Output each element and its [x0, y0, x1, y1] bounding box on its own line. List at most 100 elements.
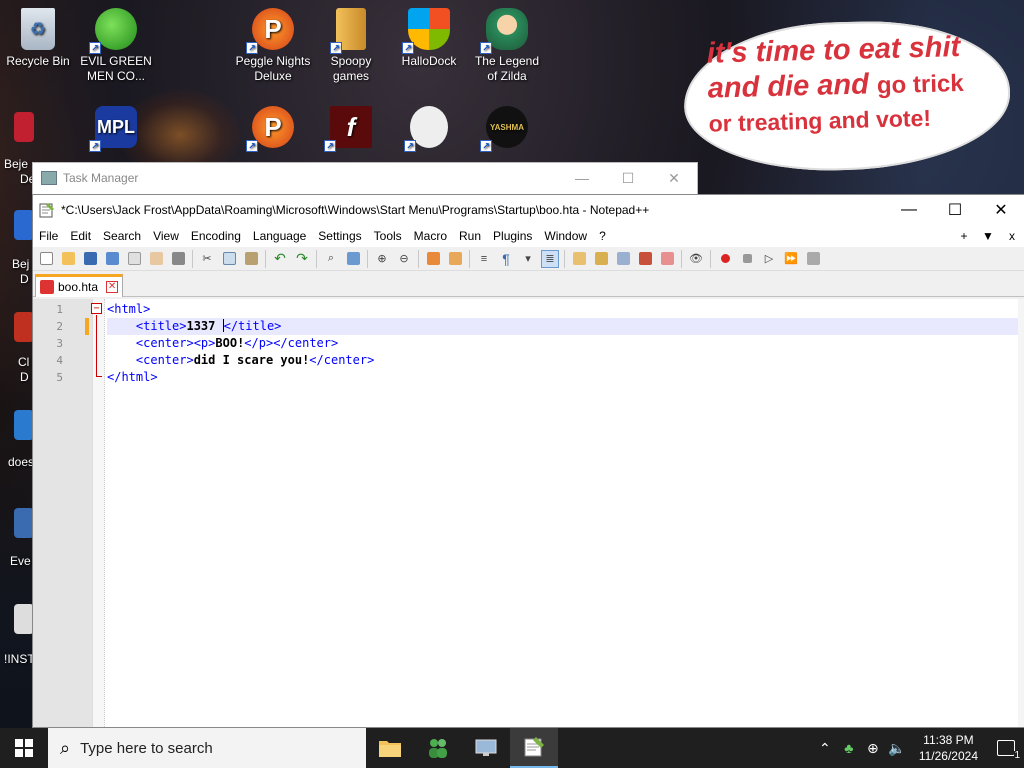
dropdown-arrow-icon[interactable]: ▾ — [519, 250, 537, 268]
app-icon[interactable] — [14, 312, 34, 342]
cut-icon[interactable]: ✂ — [198, 250, 216, 268]
html-tag: </title> — [223, 319, 282, 333]
minimize-button[interactable]: — — [886, 195, 932, 225]
bejeweled-icon[interactable] — [14, 210, 34, 240]
bejeweled-icon[interactable] — [14, 112, 34, 142]
menu-view[interactable]: View — [147, 229, 185, 243]
run-macro-multiple-icon[interactable]: ⏩ — [782, 250, 800, 268]
taskbar-green-men-app[interactable] — [414, 728, 462, 768]
menu-window[interactable]: Window — [538, 229, 593, 243]
html-tag: <title> — [135, 319, 187, 333]
close-doc-button[interactable]: x — [1000, 229, 1024, 243]
show-hidden-icons-chevron-icon[interactable]: ⌃ — [813, 740, 837, 757]
play-macro-icon[interactable]: ▷ — [760, 250, 778, 268]
find-icon[interactable]: ⌕ — [322, 250, 340, 268]
desktop-icon-peggle[interactable]: P ↗ — [235, 100, 311, 152]
desktop-icon-hallodock[interactable]: ↗ HalloDock — [391, 2, 467, 69]
close-all-icon[interactable] — [147, 250, 165, 268]
code-editor[interactable]: 1 2 3 4 5 − <html> <title>1337 </title> … — [33, 299, 1024, 727]
vertical-scrollbar[interactable] — [1018, 299, 1024, 727]
desktop-icon-mpl[interactable]: MPL ↗ — [78, 100, 154, 152]
notepad-app-icon — [39, 203, 54, 218]
maximize-button[interactable]: ☐ — [932, 195, 978, 225]
shortcut-arrow-icon: ↗ — [480, 42, 492, 54]
function-list-icon[interactable] — [636, 250, 654, 268]
desktop-icon-spoopy-games[interactable]: ↗ Spoopy games — [313, 2, 389, 84]
menu-macro[interactable]: Macro — [408, 229, 453, 243]
folder-workspace-icon[interactable] — [658, 250, 676, 268]
notepad-app-icon — [524, 737, 544, 757]
indent-guide-icon[interactable]: ≣ — [541, 249, 559, 268]
word-wrap-icon[interactable]: ≡ — [475, 250, 493, 268]
green-men-icon — [429, 739, 447, 758]
monitoring-eye-icon[interactable]: 👁 — [687, 250, 705, 268]
taskbar-notepad-plus-plus[interactable] — [510, 728, 558, 768]
tab-boo-hta[interactable]: boo.hta ✕ — [35, 274, 123, 297]
menu-encoding[interactable]: Encoding — [185, 229, 247, 243]
stop-macro-icon[interactable] — [738, 250, 756, 268]
notification-center-icon[interactable]: 1 — [988, 728, 1024, 768]
menu-settings[interactable]: Settings — [312, 229, 367, 243]
menu-tools[interactable]: Tools — [368, 229, 408, 243]
tab-close-icon[interactable]: ✕ — [106, 281, 119, 293]
zoom-in-icon[interactable]: ⊕ — [373, 250, 391, 268]
app-icon[interactable] — [14, 410, 34, 440]
menu-edit[interactable]: Edit — [64, 229, 97, 243]
menu-plugins[interactable]: Plugins — [487, 229, 538, 243]
menu-search[interactable]: Search — [97, 229, 147, 243]
menu-file[interactable]: File — [33, 229, 64, 243]
minimize-button[interactable]: — — [559, 163, 605, 193]
close-file-icon[interactable] — [125, 250, 143, 268]
menu-run[interactable]: Run — [453, 229, 487, 243]
system-tray: ⌃ ♣ ⊕ 🔈 11:38 PM 11/26/2024 1 — [813, 728, 1024, 768]
desktop-icon-legend-of-zilda[interactable]: ↗ The Legend of Zilda — [469, 2, 545, 84]
print-icon[interactable] — [169, 250, 187, 268]
zilda-character-icon: ↗ — [480, 8, 528, 54]
notepad-titlebar[interactable]: *C:\Users\Jack Frost\AppData\Roaming\Mic… — [33, 195, 1024, 225]
system-clock[interactable]: 11:38 PM 11/26/2024 — [909, 732, 988, 764]
taskbar-file-explorer[interactable] — [366, 728, 414, 768]
tab-list-button[interactable]: ▼ — [976, 229, 1000, 243]
volume-icon[interactable]: 🔈 — [885, 740, 909, 757]
desktop-icon-yashma[interactable]: YASHMA ↗ — [469, 100, 545, 152]
taskbar-search-box[interactable]: ⌕ Type here to search — [48, 728, 366, 768]
desktop-icon-rdp[interactable]: ↗ — [391, 100, 467, 152]
redo-icon[interactable]: ↷ — [293, 250, 311, 268]
udl-icon[interactable] — [570, 250, 588, 268]
new-tab-button[interactable]: + — [952, 229, 976, 243]
undo-icon[interactable]: ↶ — [271, 250, 289, 268]
taskbar-remote-desktop[interactable] — [462, 728, 510, 768]
maximize-button[interactable]: ☐ — [605, 163, 651, 193]
app-icon[interactable] — [14, 508, 34, 538]
desktop-icon-flash[interactable]: f ↗ — [313, 100, 389, 152]
show-all-chars-icon[interactable]: ¶ — [497, 250, 515, 268]
installer-icon[interactable] — [14, 604, 34, 634]
menu-language[interactable]: Language — [247, 229, 312, 243]
menu-help[interactable]: ? — [593, 229, 612, 243]
doc-list-icon[interactable] — [614, 250, 632, 268]
copy-icon[interactable] — [220, 250, 238, 268]
start-button[interactable] — [0, 728, 48, 768]
fold-collapse-icon[interactable]: − — [91, 303, 102, 314]
shortcut-arrow-icon: ↗ — [480, 140, 492, 152]
save-icon[interactable] — [81, 250, 99, 268]
sync-horizontal-icon[interactable] — [446, 250, 464, 268]
close-button[interactable]: ✕ — [651, 163, 697, 193]
sync-vertical-icon[interactable] — [424, 250, 442, 268]
save-macro-icon[interactable] — [804, 250, 822, 268]
network-globe-icon[interactable]: ⊕ — [861, 740, 885, 757]
desktop-icon-evil-green-men[interactable]: ↗ EVIL GREEN MEN CO... — [78, 2, 154, 84]
tray-app-icon[interactable]: ♣ — [837, 740, 861, 756]
replace-icon[interactable] — [344, 250, 362, 268]
new-file-icon[interactable] — [37, 250, 55, 268]
save-all-icon[interactable] — [103, 250, 121, 268]
notepad-plus-plus-window[interactable]: *C:\Users\Jack Frost\AppData\Roaming\Mic… — [32, 194, 1024, 728]
paste-icon[interactable] — [242, 250, 260, 268]
doc-map-icon[interactable] — [592, 250, 610, 268]
zoom-out-icon[interactable]: ⊖ — [395, 250, 413, 268]
record-macro-icon[interactable] — [716, 250, 734, 268]
close-button[interactable]: ✕ — [978, 195, 1024, 225]
desktop-icon-peggle-nights[interactable]: P ↗ Peggle Nights Deluxe — [235, 2, 311, 84]
open-file-icon[interactable] — [59, 250, 77, 268]
